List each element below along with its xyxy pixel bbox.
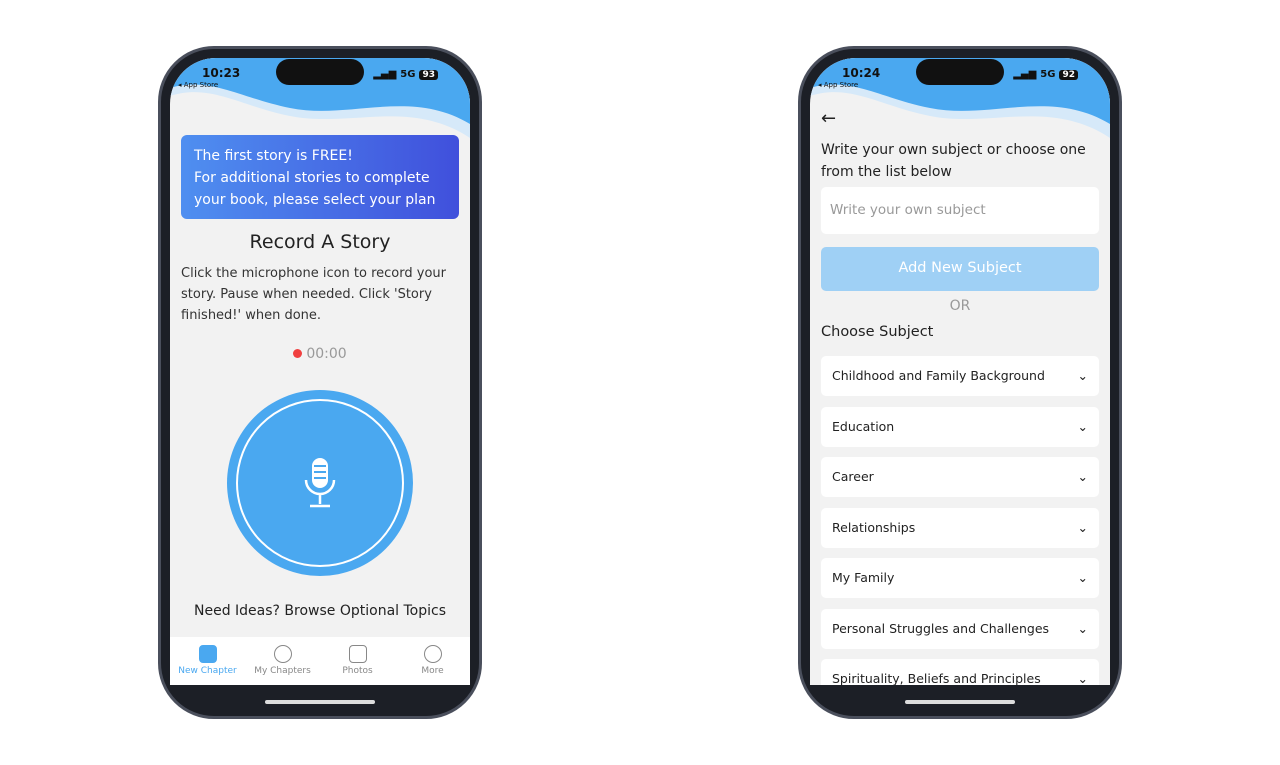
subject-label: Personal Struggles and Challenges bbox=[832, 621, 1050, 636]
network: 5G bbox=[1040, 69, 1056, 80]
subject-item[interactable]: Relationships ⌄ bbox=[821, 508, 1099, 548]
network: 5G bbox=[400, 69, 416, 80]
subject-label: Childhood and Family Background bbox=[832, 368, 1045, 383]
home-indicator bbox=[265, 700, 375, 704]
banner-line: your book, please select your plan bbox=[194, 192, 436, 208]
chevron-down-icon: ⌄ bbox=[1077, 621, 1088, 636]
clock: 10:23 bbox=[202, 66, 241, 80]
or-divider: OR bbox=[949, 298, 971, 314]
banner-line: For additional stories to complete bbox=[194, 170, 430, 186]
user-icon bbox=[273, 645, 292, 663]
dynamic-island bbox=[916, 59, 1004, 85]
back-to-app-store[interactable]: ◂ App Store bbox=[178, 81, 218, 89]
subject-item[interactable]: Spirituality, Beliefs and Principles ⌄ bbox=[821, 659, 1099, 685]
tab-label: New Chapter bbox=[178, 666, 237, 676]
phone-right: 10:24 ◂ App Store ▂▄▆ 5G 92 ← Write your o… bbox=[798, 46, 1122, 719]
back-to-app-store[interactable]: ◂ App Store bbox=[818, 81, 858, 89]
subject-label: Career bbox=[832, 469, 874, 484]
more-icon bbox=[423, 645, 442, 663]
battery: 92 bbox=[1059, 69, 1078, 80]
chevron-down-icon: ⌄ bbox=[1077, 570, 1088, 585]
tab-photos[interactable]: Photos bbox=[320, 637, 395, 685]
heading: Write your own subject or choose one fro… bbox=[821, 142, 1086, 180]
chevron-down-icon: ⌄ bbox=[1077, 469, 1088, 484]
subject-label: Relationships bbox=[832, 520, 916, 535]
tab-bar: New Chapter My Chapters Photos More bbox=[170, 637, 470, 685]
record-screen: 10:23 ◂ App Store ▂▄▆ 5G 93 The first stor… bbox=[170, 58, 470, 685]
dynamic-island bbox=[276, 59, 364, 85]
subject-item[interactable]: Career ⌄ bbox=[821, 457, 1099, 497]
clock: 10:24 bbox=[842, 66, 881, 80]
choose-subject-label: Choose Subject bbox=[821, 324, 934, 340]
tab-label: My Chapters bbox=[254, 666, 311, 676]
subject-label: My Family bbox=[832, 570, 895, 585]
battery: 93 bbox=[419, 69, 438, 80]
tab-label: Photos bbox=[342, 666, 373, 676]
tab-new-chapter[interactable]: New Chapter bbox=[170, 637, 245, 685]
signal-icon: ▂▄▆ bbox=[373, 69, 397, 80]
free-story-banner[interactable]: The first story is FREE! For additional … bbox=[181, 135, 459, 219]
record-dot-icon bbox=[293, 349, 303, 358]
record-button[interactable] bbox=[227, 390, 413, 576]
subject-screen: 10:24 ◂ App Store ▂▄▆ 5G 92 ← Write your o… bbox=[810, 58, 1110, 685]
chevron-down-icon: ⌄ bbox=[1077, 671, 1088, 685]
tab-more[interactable]: More bbox=[395, 637, 470, 685]
subject-item[interactable]: Personal Struggles and Challenges ⌄ bbox=[821, 609, 1099, 649]
photo-icon bbox=[348, 645, 367, 663]
timer-value: 00:00 bbox=[306, 346, 347, 362]
back-arrow-icon[interactable]: ← bbox=[821, 108, 836, 129]
instructions: Click the microphone icon to record your… bbox=[181, 266, 446, 323]
subject-input[interactable]: Write your own subject bbox=[821, 187, 1099, 234]
home-icon bbox=[198, 645, 217, 663]
page-title: Record A Story bbox=[249, 231, 391, 253]
tab-label: More bbox=[421, 666, 444, 676]
subject-label: Education bbox=[832, 419, 895, 434]
add-subject-button[interactable]: Add New Subject bbox=[821, 247, 1099, 291]
banner-line: The first story is FREE! bbox=[194, 148, 353, 164]
phone-left: 10:23 ◂ App Store ▂▄▆ 5G 93 The first stor… bbox=[158, 46, 482, 719]
browse-topics-link[interactable]: Need Ideas? Browse Optional Topics bbox=[170, 603, 470, 619]
signal-icon: ▂▄▆ bbox=[1013, 69, 1037, 80]
subject-item[interactable]: Education ⌄ bbox=[821, 407, 1099, 447]
chevron-down-icon: ⌄ bbox=[1077, 368, 1088, 383]
microphone-icon bbox=[304, 458, 336, 508]
chevron-down-icon: ⌄ bbox=[1077, 419, 1088, 434]
home-indicator bbox=[905, 700, 1015, 704]
chevron-down-icon: ⌄ bbox=[1077, 520, 1088, 535]
timer: 00:00 bbox=[170, 346, 470, 362]
subject-item[interactable]: My Family ⌄ bbox=[821, 558, 1099, 598]
subject-label: Spirituality, Beliefs and Principles bbox=[832, 671, 1041, 685]
tab-my-chapters[interactable]: My Chapters bbox=[245, 637, 320, 685]
subject-item[interactable]: Childhood and Family Background ⌄ bbox=[821, 356, 1099, 396]
